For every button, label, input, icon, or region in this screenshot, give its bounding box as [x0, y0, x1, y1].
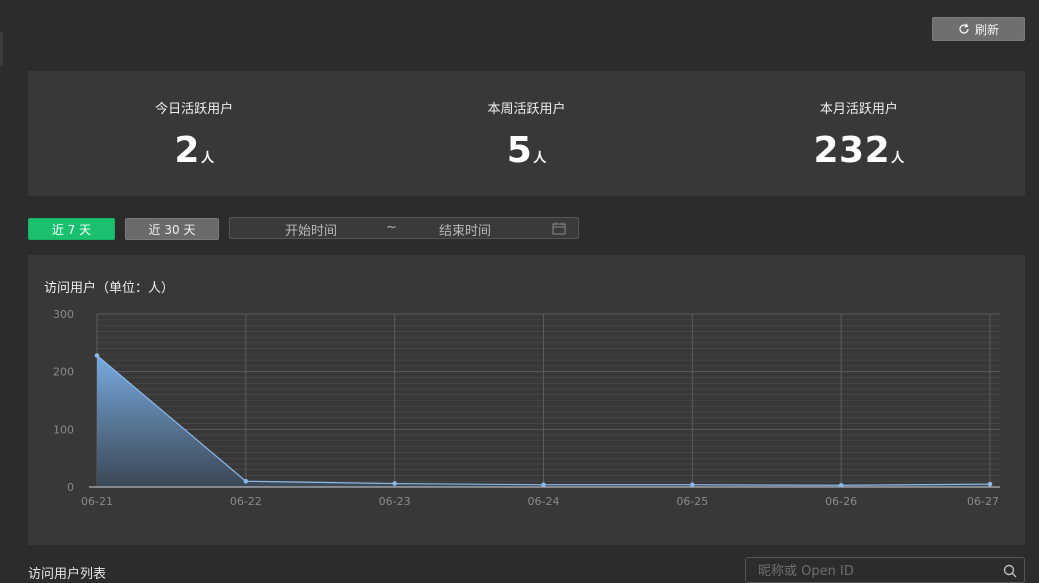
- stat-today-value: 2: [174, 130, 200, 171]
- visitor-chart-panel: 访问用户（单位：人） 0 100 200 300 06-21 06-22 06-23 06-2…: [28, 255, 1025, 545]
- data-point-06-22: [243, 478, 249, 484]
- start-date-field[interactable]: 开始时间: [285, 220, 337, 239]
- data-point-06-21: [94, 353, 100, 358]
- stat-week: 本周活跃用户 5人: [360, 71, 692, 196]
- stat-today-unit: 人: [200, 151, 214, 166]
- stats-panel: 今日活跃用户 2人 本周活跃用户 5人 本月活跃用户 232人: [28, 71, 1025, 196]
- date-range-picker[interactable]: 开始时间 ~ 结束时间: [229, 217, 579, 239]
- data-point-06-27: [987, 481, 993, 487]
- x-tick-label: 06-26: [825, 495, 857, 508]
- refresh-icon: [958, 23, 970, 35]
- y-tick-label: 0: [67, 481, 74, 494]
- end-date-field[interactable]: 结束时间: [439, 220, 491, 239]
- stat-week-unit: 人: [533, 151, 547, 166]
- date-separator: ~: [386, 220, 397, 235]
- refresh-label: 刷新: [974, 22, 999, 37]
- data-point-06-23: [392, 481, 397, 486]
- last-7-days-button[interactable]: 近 7 天: [28, 218, 115, 240]
- y-tick-label: 300: [53, 308, 74, 321]
- search-input[interactable]: [756, 561, 990, 581]
- last-30-days-button[interactable]: 近 30 天: [125, 218, 219, 240]
- visitor-chart: 0 100 200 300 06-21 06-22 06-23 06-24 06-25 06-26…: [53, 308, 1000, 508]
- refresh-button[interactable]: 刷新: [932, 17, 1025, 41]
- x-tick-label: 06-24: [528, 495, 560, 508]
- window-edge: [0, 32, 3, 66]
- stat-month: 本月活跃用户 232人: [693, 71, 1025, 196]
- x-tick-label: 06-27: [967, 495, 999, 508]
- y-tick-label: 200: [53, 366, 74, 379]
- calendar-icon: [552, 222, 566, 239]
- x-tick-label: 06-25: [676, 495, 708, 508]
- x-tick-label: 06-21: [81, 495, 113, 508]
- x-tick-label: 06-22: [230, 495, 262, 508]
- stat-month-unit: 人: [891, 151, 905, 166]
- stat-month-value: 232: [813, 130, 891, 171]
- search-box[interactable]: [745, 557, 1025, 583]
- stat-month-label: 本月活跃用户: [819, 102, 898, 117]
- stat-week-value: 5: [506, 130, 533, 171]
- stat-today: 今日活跃用户 2人: [28, 71, 360, 196]
- data-point-06-24: [541, 482, 546, 487]
- data-point-06-25: [690, 482, 695, 487]
- data-point-06-26: [838, 482, 844, 488]
- x-tick-label: 06-23: [379, 495, 411, 508]
- stat-today-label: 今日活跃用户: [155, 102, 234, 117]
- stat-week-label: 本周活跃用户: [487, 102, 566, 117]
- y-tick-label: 100: [53, 423, 74, 436]
